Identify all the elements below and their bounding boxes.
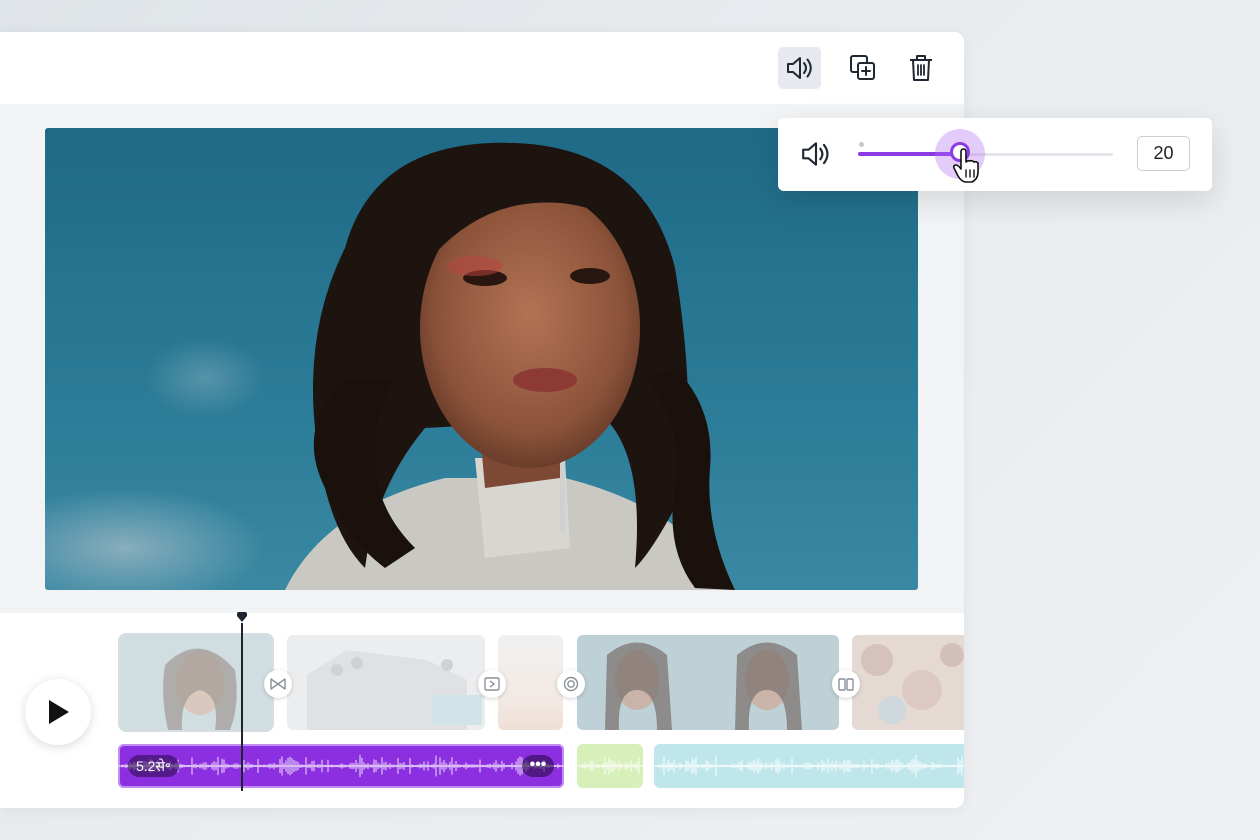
delete-button[interactable] <box>899 47 942 89</box>
transition-button[interactable] <box>264 670 292 698</box>
audio-track-main[interactable]: 5.2से॰ ••• <box>118 744 564 788</box>
clip-5[interactable] <box>852 635 964 730</box>
volume-button[interactable] <box>778 47 821 89</box>
trash-icon <box>909 55 932 81</box>
audio-track-teal[interactable] <box>654 744 964 788</box>
audio-waveform <box>118 754 564 778</box>
transition-button[interactable] <box>832 670 860 698</box>
slider-default-marker <box>859 142 864 147</box>
bowtie-transition-icon <box>270 678 286 690</box>
preview-image <box>45 128 918 590</box>
play-button[interactable] <box>25 679 91 745</box>
clip-thumbnail <box>577 635 839 730</box>
duplicate-button[interactable] <box>841 47 884 89</box>
more-options-button[interactable]: ••• <box>522 755 554 777</box>
timeline: 5.2से॰ ••• <box>0 611 964 808</box>
clip-thumbnail <box>498 635 563 730</box>
slide-transition-icon <box>484 677 500 691</box>
duplicate-page-icon <box>849 55 875 80</box>
audio-track-green[interactable] <box>577 744 643 788</box>
duration-badge: 5.2से॰ <box>128 755 179 777</box>
clip-thumbnail <box>852 635 964 730</box>
volume-value-input[interactable]: 20 <box>1137 136 1190 171</box>
hand-cursor-icon <box>952 148 979 183</box>
clip-4[interactable] <box>577 635 839 730</box>
clip-3[interactable] <box>498 635 563 730</box>
clip-2[interactable] <box>287 635 485 730</box>
playhead-handle[interactable] <box>236 611 248 623</box>
video-preview[interactable] <box>45 128 918 590</box>
clip-1[interactable] <box>118 633 274 732</box>
transition-button[interactable] <box>557 670 585 698</box>
circle-transition-icon <box>563 676 579 692</box>
audio-waveform <box>654 754 964 778</box>
speaker-icon <box>786 57 812 79</box>
top-toolbar <box>0 32 964 104</box>
clip-thumbnail <box>287 635 485 730</box>
split-transition-icon <box>838 677 854 691</box>
play-icon <box>49 700 69 724</box>
transition-button[interactable] <box>478 670 506 698</box>
volume-popup: 20 <box>778 118 1212 191</box>
speaker-icon <box>802 142 829 166</box>
playhead[interactable] <box>241 623 243 791</box>
audio-waveform <box>577 757 643 775</box>
clip-thumbnail <box>120 635 272 730</box>
